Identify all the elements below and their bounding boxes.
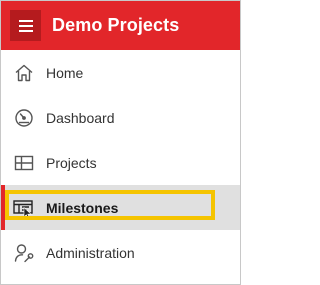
app-window: Demo Projects Home Dashboard Projects Mi… [0,0,241,285]
nav-item-home[interactable]: Home [1,50,240,95]
nav-item-dashboard[interactable]: Dashboard [1,95,240,140]
milestones-icon [13,197,35,219]
nav-item-administration[interactable]: Administration [1,230,240,275]
nav-item-label: Milestones [46,199,119,216]
nav-item-label: Dashboard [46,109,115,126]
app-title: Demo Projects [52,15,180,35]
gauge-icon [13,107,35,129]
menu-toggle-button[interactable] [10,10,41,41]
user-wrench-icon [13,242,35,264]
hamburger-icon [18,19,33,32]
app-header: Demo Projects [1,1,240,50]
nav-item-label: Administration [46,244,135,261]
nav-item-milestones[interactable]: Milestones [1,185,240,230]
nav-item-label: Home [46,64,84,81]
side-nav: Home Dashboard Projects Milestones Admin… [1,50,240,275]
grid-icon [13,152,35,174]
nav-item-label: Projects [46,154,97,171]
home-icon [13,62,35,84]
nav-item-projects[interactable]: Projects [1,140,240,185]
